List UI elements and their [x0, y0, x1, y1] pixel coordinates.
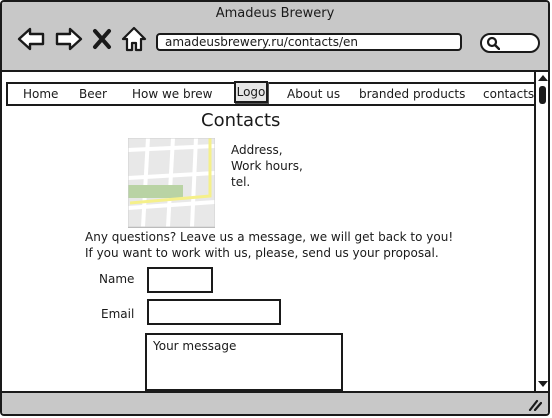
browser-window: Amadeus Brewery amadeusbrewery.ru/contac…: [0, 0, 550, 416]
menu-item-contacts[interactable]: contacts: [483, 87, 534, 101]
page-content: Home Beer How we brew Logo About us bran…: [2, 72, 534, 392]
name-label: Name: [99, 272, 135, 286]
message-placeholder: Your message: [153, 339, 237, 353]
scroll-down-icon[interactable]: [537, 380, 549, 388]
search-icon: [486, 36, 500, 50]
contact-intro: Any questions? Leave us a message, we wi…: [85, 229, 453, 261]
intro-line-questions: Any questions? Leave us a message, we wi…: [85, 230, 454, 244]
contact-info: Address, Work hours, tel.: [231, 142, 303, 190]
contact-work-hours: Work hours,: [231, 159, 303, 173]
email-field[interactable]: [147, 299, 281, 325]
page-title: Contacts: [201, 110, 281, 131]
window-title: Amadeus Brewery: [215, 6, 335, 21]
name-field[interactable]: [147, 267, 213, 293]
menu-item-about-us[interactable]: About us: [287, 87, 340, 101]
vertical-scrollbar[interactable]: [534, 72, 549, 392]
address-bar[interactable]: amadeusbrewery.ru/contacts/en: [156, 33, 462, 51]
site-menu-bar: Home Beer How we brew Logo About us bran…: [6, 81, 534, 106]
url-text: amadeusbrewery.ru/contacts/en: [165, 35, 359, 49]
menu-item-how-we-brew[interactable]: How we brew: [132, 87, 213, 101]
menu-item-beer[interactable]: Beer: [79, 87, 107, 101]
scroll-thumb[interactable]: [539, 86, 546, 104]
resize-grip-icon[interactable]: [528, 399, 542, 411]
contact-tel: tel.: [231, 175, 251, 189]
home-icon[interactable]: [119, 24, 149, 54]
location-map[interactable]: [128, 138, 215, 228]
close-icon[interactable]: [90, 24, 114, 54]
message-field[interactable]: Your message: [145, 333, 343, 391]
back-arrow-icon[interactable]: [16, 24, 46, 54]
forward-arrow-icon[interactable]: [54, 24, 84, 54]
site-logo[interactable]: Logo: [234, 81, 268, 103]
menu-item-branded-products[interactable]: branded products: [359, 87, 465, 101]
status-bar: [2, 391, 548, 414]
browser-chrome: Amadeus Brewery amadeusbrewery.ru/contac…: [2, 2, 548, 72]
menu-item-home[interactable]: Home: [23, 87, 58, 101]
search-box[interactable]: [480, 33, 540, 53]
scroll-up-icon[interactable]: [537, 74, 549, 82]
intro-line-proposal: If you want to work with us, please, sen…: [85, 246, 439, 260]
email-label: Email: [101, 307, 135, 321]
contact-address: Address,: [231, 143, 283, 157]
